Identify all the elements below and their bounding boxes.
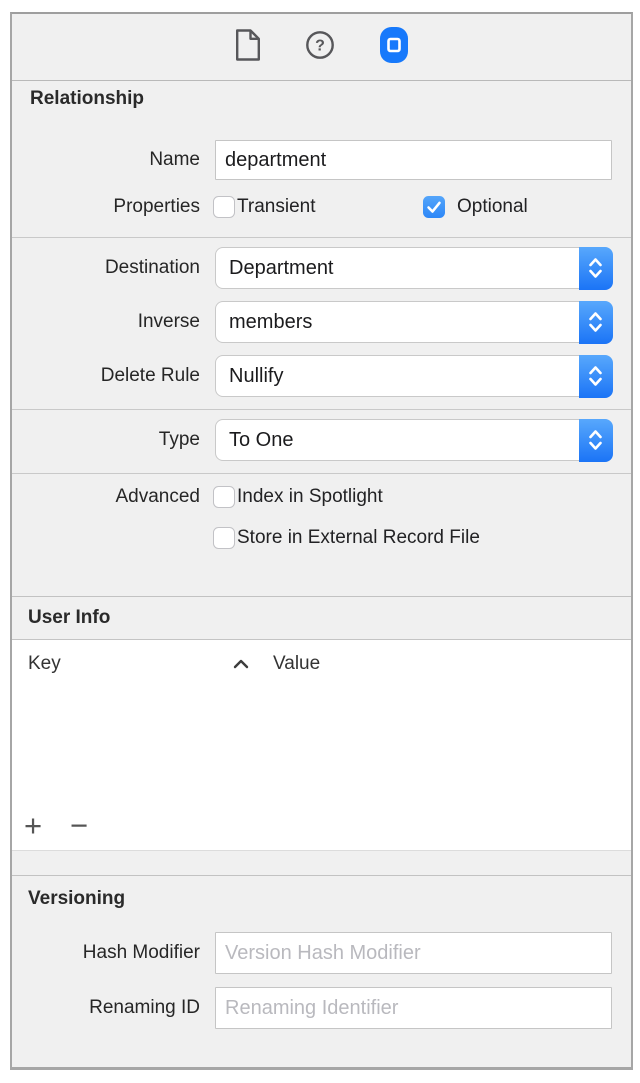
tab-file-inspector[interactable] <box>235 29 261 66</box>
inverse-value: members <box>216 311 312 334</box>
destination-dropdown[interactable]: Department <box>215 247 612 289</box>
versioning-title: Versioning <box>28 888 125 910</box>
divider <box>12 237 631 238</box>
inverse-label: Inverse <box>12 301 200 343</box>
key-column-header[interactable]: Key <box>28 640 61 687</box>
optional-label: Optional <box>457 196 528 218</box>
type-value: To One <box>216 429 293 452</box>
external-record-label: Store in External Record File <box>237 527 480 549</box>
properties-label: Properties <box>12 196 200 218</box>
user-info-table-body <box>12 687 631 806</box>
hash-modifier-label: Hash Modifier <box>12 932 200 974</box>
destination-label: Destination <box>12 247 200 289</box>
tab-data-model-inspector[interactable] <box>379 26 409 69</box>
index-in-spotlight-checkbox[interactable] <box>213 486 235 508</box>
inverse-dropdown[interactable]: members <box>215 301 612 343</box>
tab-quick-help-inspector[interactable]: ? <box>305 30 335 65</box>
renaming-id-field[interactable] <box>215 987 612 1029</box>
name-label: Name <box>12 140 200 180</box>
hash-modifier-field[interactable] <box>215 932 612 974</box>
divider <box>12 473 631 474</box>
type-label: Type <box>12 419 200 461</box>
svg-text:?: ? <box>315 37 325 54</box>
value-column-header[interactable]: Value <box>273 640 320 687</box>
transient-checkbox[interactable] <box>213 196 235 218</box>
delete-rule-dropdown[interactable]: Nullify <box>215 355 612 397</box>
question-mark-icon: ? <box>305 30 335 65</box>
user-info-title: User Info <box>28 607 110 629</box>
add-row-button[interactable]: + <box>24 805 42 850</box>
sort-ascending-icon <box>233 659 249 669</box>
versioning-section-header: Versioning <box>12 875 631 922</box>
stepper-chevrons-icon <box>579 247 613 290</box>
stepper-chevrons-icon <box>579 419 613 462</box>
renaming-id-label: Renaming ID <box>12 987 200 1029</box>
inspector-panel: ? Relationship Name Properties Transient… <box>10 12 633 1070</box>
type-dropdown[interactable]: To One <box>215 419 612 461</box>
user-info-section-header: User Info <box>12 596 631 640</box>
name-field[interactable] <box>215 140 612 180</box>
index-in-spotlight-label: Index in Spotlight <box>237 486 383 508</box>
document-icon <box>235 29 261 66</box>
delete-rule-label: Delete Rule <box>12 355 200 397</box>
external-record-checkbox[interactable] <box>213 527 235 549</box>
divider <box>12 409 631 410</box>
advanced-label: Advanced <box>12 486 200 508</box>
data-model-icon <box>379 26 409 69</box>
remove-row-button[interactable]: − <box>70 805 88 850</box>
user-info-toolbar: + − <box>12 805 631 851</box>
stepper-chevrons-icon <box>579 301 613 344</box>
transient-label: Transient <box>237 196 316 218</box>
checkmark-icon <box>424 197 444 217</box>
inspector-tab-bar: ? <box>12 14 631 81</box>
user-info-table-header: Key Value <box>12 640 631 688</box>
relationship-section-title: Relationship <box>30 88 144 110</box>
delete-rule-value: Nullify <box>216 365 283 388</box>
optional-checkbox[interactable] <box>423 196 445 218</box>
destination-value: Department <box>216 257 334 280</box>
stepper-chevrons-icon <box>579 355 613 398</box>
